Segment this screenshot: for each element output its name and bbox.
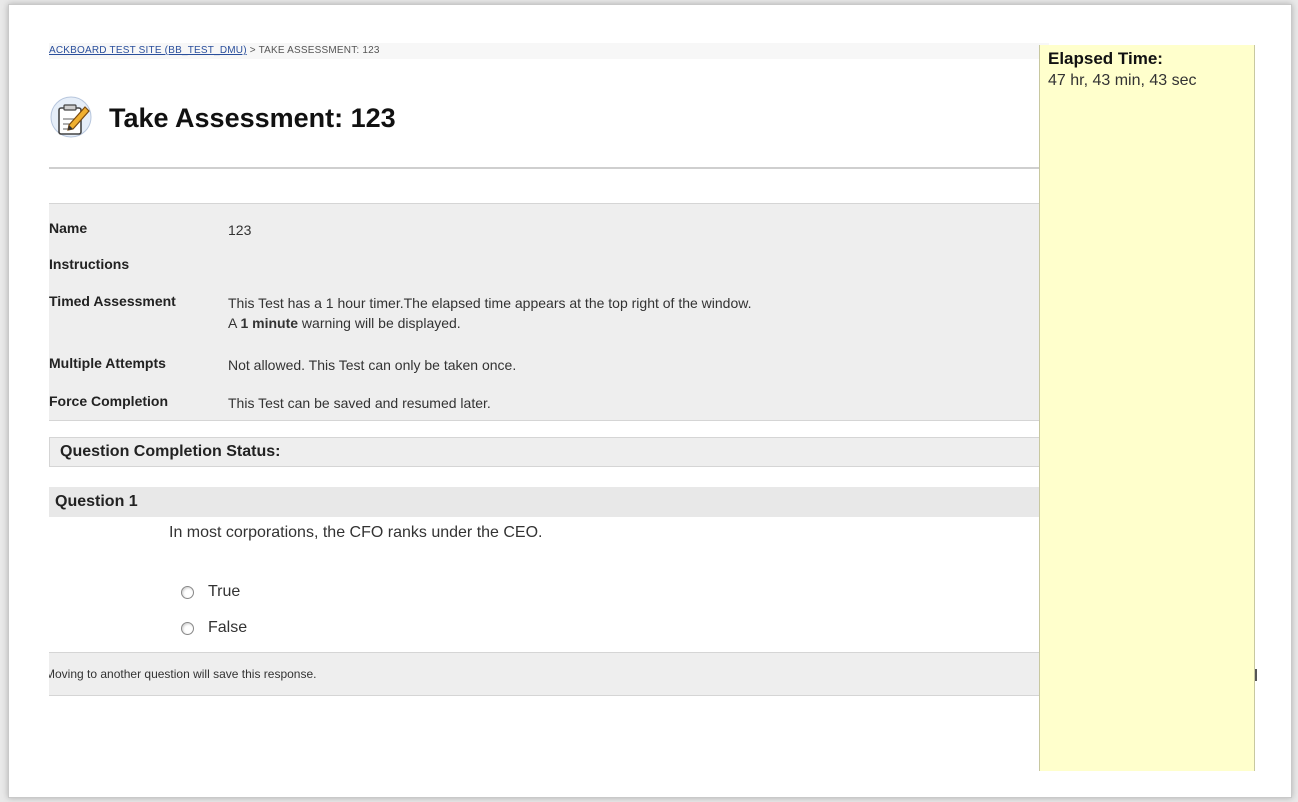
title-divider: [49, 167, 1049, 169]
breadcrumb-course-link[interactable]: ACKBOARD TEST SITE (BB_TEST_DMU): [49, 45, 247, 56]
question-completion-status[interactable]: Question Completion Status:: [49, 437, 1049, 467]
breadcrumb: ACKBOARD TEST SITE (BB_TEST_DMU) > TAKE …: [49, 43, 1049, 59]
info-label-timed: Timed Assessment: [49, 293, 176, 309]
option-false[interactable]: False: [181, 619, 247, 637]
elapsed-time-label: Elapsed Time:: [1048, 49, 1163, 68]
page-header: Take Assessment: 123: [49, 93, 396, 143]
timed-line-2: A 1 minute warning will be displayed.: [228, 315, 461, 331]
info-value-name: 123: [228, 222, 252, 238]
elapsed-time-value: 47 hr, 43 min, 43 sec: [1048, 72, 1197, 89]
timed-line-1: This Test has a 1 hour timer.The elapsed…: [228, 295, 752, 311]
info-value-force: This Test can be saved and resumed later…: [228, 395, 491, 411]
info-value-timed: This Test has a 1 hour timer.The elapsed…: [228, 293, 1028, 333]
option-true[interactable]: True: [181, 583, 240, 601]
option-true-label: True: [208, 583, 241, 600]
info-value-attempts: Not allowed. This Test can only be taken…: [228, 357, 517, 373]
assessment-pencil-icon: [50, 96, 92, 138]
assessment-window: ACKBOARD TEST SITE (BB_TEST_DMU) > TAKE …: [8, 4, 1292, 798]
info-label-instructions: Instructions: [49, 256, 130, 272]
info-label-name: Name: [49, 220, 88, 236]
save-notice-bar: Moving to another question will save thi…: [49, 652, 1049, 696]
option-false-label: False: [208, 619, 248, 636]
info-label-attempts: Multiple Attempts: [49, 355, 166, 371]
question-header: Question 1: [49, 487, 1049, 517]
save-notice: Moving to another question will save thi…: [49, 667, 317, 681]
assessment-info-panel: Name 123 Instructions Timed Assessment T…: [49, 203, 1049, 421]
elapsed-time-panel: Elapsed Time: 47 hr, 43 min, 43 sec: [1039, 45, 1255, 771]
question-text: In most corporations, the CFO ranks unde…: [169, 524, 543, 541]
info-label-force: Force Completion: [49, 393, 169, 409]
panel-edge-marker: [1255, 669, 1257, 681]
radio-true[interactable]: [181, 585, 194, 599]
page-title: Take Assessment: 123: [109, 102, 396, 133]
breadcrumb-separator: >: [246, 45, 259, 56]
radio-false[interactable]: [181, 621, 194, 635]
breadcrumb-current: TAKE ASSESSMENT: 123: [258, 45, 380, 56]
